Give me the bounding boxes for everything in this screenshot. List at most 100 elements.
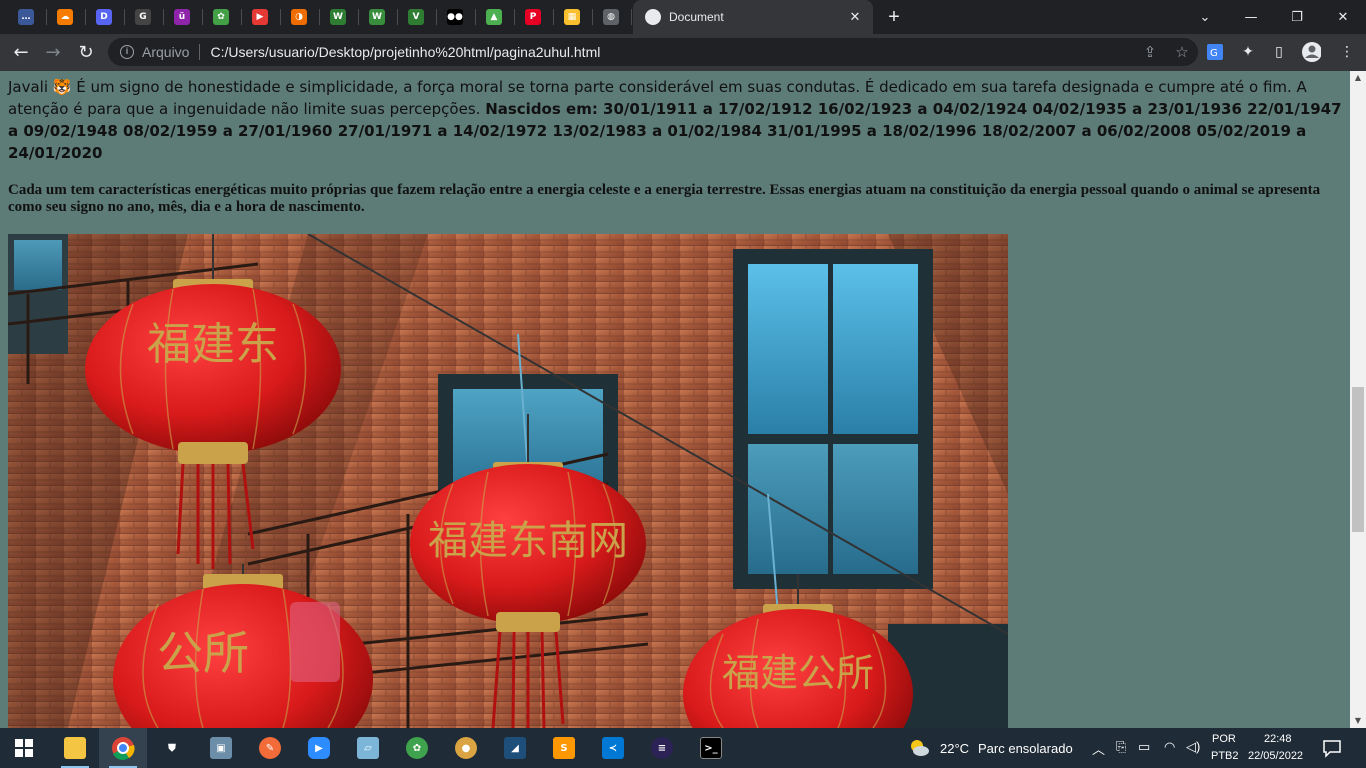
extensions-icon[interactable]: ✦ bbox=[1238, 42, 1258, 62]
new-tab-button[interactable]: + bbox=[882, 5, 906, 29]
page-scrollbar[interactable]: ▲ ▼ bbox=[1350, 71, 1366, 728]
language-top[interactable]: POR bbox=[1212, 733, 1236, 745]
tab-v[interactable]: V bbox=[396, 0, 436, 34]
tab-leaf[interactable]: ✿ bbox=[201, 0, 241, 34]
sign-description: Javali 🐯 É um signo de honestidade e sim… bbox=[8, 76, 1344, 164]
zoom-icon: ▶ bbox=[308, 737, 330, 759]
tab-strip: … ☁ D Gü ✿ ▶ ◑ W W V ●● ▲ P ▦ ◍ Document ✕ + ⌄ — ❐ ✕ bbox=[0, 0, 1366, 34]
weather-temp[interactable]: 22°C bbox=[940, 741, 969, 756]
profile-avatar[interactable] bbox=[1301, 42, 1321, 62]
tab-globe[interactable]: ◍ bbox=[591, 0, 631, 34]
taskbar-paint[interactable]: ● bbox=[442, 728, 490, 768]
svg-text:福建东: 福建东 bbox=[147, 319, 279, 370]
notifications-icon[interactable] bbox=[1322, 738, 1342, 758]
bookmark-star-icon[interactable]: ☆ bbox=[1166, 43, 1198, 61]
notepad-icon: ▱ bbox=[357, 737, 379, 759]
scroll-thumb[interactable] bbox=[1352, 387, 1364, 532]
tab-separator bbox=[631, 9, 632, 25]
taskbar-app-blue[interactable]: ▱ bbox=[344, 728, 392, 768]
chrome-icon bbox=[112, 737, 135, 760]
taskbar-photos[interactable]: ▣ bbox=[197, 728, 245, 768]
tab-pinterest[interactable]: P bbox=[513, 0, 553, 34]
tab-medium[interactable]: ●● bbox=[435, 0, 475, 34]
taskbar-terminal[interactable]: >_ bbox=[687, 728, 735, 768]
tab-colors[interactable]: ▦ bbox=[552, 0, 592, 34]
tab-title: Document bbox=[669, 10, 724, 24]
taskbar-vscode[interactable]: ≺ bbox=[589, 728, 637, 768]
tray-overflow-icon[interactable]: ︿ bbox=[1092, 739, 1105, 758]
tab-github[interactable]: G bbox=[123, 0, 163, 34]
share-icon[interactable]: ⇪ bbox=[1134, 43, 1166, 61]
taskbar-mysql[interactable]: ◢ bbox=[491, 728, 539, 768]
battery-icon[interactable]: ▭ bbox=[1138, 739, 1150, 755]
w1-favicon-icon: W bbox=[330, 9, 346, 25]
taskbar-chrome[interactable] bbox=[99, 728, 147, 768]
medium-favicon-icon: ●● bbox=[447, 9, 463, 25]
database-icon: ◢ bbox=[504, 737, 526, 759]
tab-cloud[interactable]: ☁ bbox=[45, 0, 85, 34]
translate-extension-icon[interactable]: G bbox=[1205, 42, 1225, 62]
photos-icon: ▣ bbox=[210, 737, 232, 759]
address-url[interactable]: C:/Users/usuario/Desktop/projetinho%20ht… bbox=[210, 44, 1134, 60]
window-right bbox=[733, 249, 933, 589]
close-window-button[interactable]: ✕ bbox=[1320, 0, 1366, 34]
tab-orange[interactable]: ◑ bbox=[279, 0, 319, 34]
windows-taskbar: ⛊ ▣ ✎ ▶ ▱ ✿ ● ◢ S ≺ ≡ >_ 22°C Parc ensol… bbox=[0, 728, 1366, 768]
info-icon[interactable]: i bbox=[120, 45, 134, 59]
close-tab-icon[interactable]: ✕ bbox=[847, 9, 863, 25]
lanterns-photo: 福建东 福建东南网 公所 福建公所 bbox=[8, 234, 1008, 728]
globe-icon bbox=[645, 9, 661, 25]
clock-date[interactable]: 22/05/2022 bbox=[1248, 750, 1303, 762]
start-button[interactable] bbox=[0, 728, 48, 768]
clock-time[interactable]: 22:48 bbox=[1264, 733, 1292, 745]
vscode-icon: ≺ bbox=[602, 737, 624, 759]
side-panel-icon[interactable]: ▯ bbox=[1269, 42, 1289, 62]
tab-youtube[interactable]: ▶ bbox=[240, 0, 280, 34]
tab-discord[interactable]: D bbox=[84, 0, 124, 34]
menu-icon[interactable]: ⋮ bbox=[1337, 42, 1357, 62]
weather-desc[interactable]: Parc ensolarado bbox=[978, 741, 1073, 756]
taskbar-zoom[interactable]: ▶ bbox=[295, 728, 343, 768]
youtube-favicon-icon: ▶ bbox=[252, 9, 268, 25]
address-bar[interactable]: i Arquivo C:/Users/usuario/Desktop/proje… bbox=[108, 38, 1198, 66]
leaf-icon: ✿ bbox=[406, 737, 428, 759]
wifi-icon[interactable]: ◠ bbox=[1164, 739, 1175, 755]
palette-icon: ● bbox=[455, 737, 477, 759]
orange-favicon-icon: ◑ bbox=[291, 9, 307, 25]
tab-android[interactable]: ▲ bbox=[474, 0, 514, 34]
forward-button[interactable]: → bbox=[39, 38, 67, 66]
tab-search-icon[interactable]: ⌄ bbox=[1182, 0, 1228, 34]
back-button[interactable]: ← bbox=[7, 38, 35, 66]
taskbar-security[interactable]: ⛊ bbox=[148, 728, 196, 768]
restore-button[interactable]: ❐ bbox=[1274, 0, 1320, 34]
eclipse-icon: ≡ bbox=[651, 737, 673, 759]
tab-generic[interactable]: … bbox=[6, 0, 46, 34]
reload-button[interactable]: ↻ bbox=[72, 38, 100, 66]
taskbar-app-green[interactable]: ✿ bbox=[393, 728, 441, 768]
globe-favicon-icon: ◍ bbox=[603, 9, 619, 25]
volume-icon[interactable]: ◁) bbox=[1186, 739, 1200, 755]
energy-paragraph: Cada um tem características energéticas … bbox=[8, 182, 1321, 215]
tab-w2[interactable]: W bbox=[357, 0, 397, 34]
minimize-button[interactable]: — bbox=[1228, 0, 1274, 34]
android-favicon-icon: ▲ bbox=[486, 9, 502, 25]
taskbar-tool[interactable]: ✎ bbox=[246, 728, 294, 768]
github-favicon-icon: G bbox=[135, 9, 151, 25]
folder-icon bbox=[64, 737, 86, 759]
cloud-favicon-icon: ☁ bbox=[57, 9, 73, 25]
svg-text:福建东南网: 福建东南网 bbox=[428, 518, 628, 564]
shield-icon: ⛊ bbox=[168, 742, 176, 754]
weather-icon[interactable] bbox=[908, 737, 930, 759]
tab-w1[interactable]: W bbox=[318, 0, 358, 34]
u-favicon-icon: ü bbox=[174, 9, 190, 25]
meet-icon[interactable]: ⎘ bbox=[1116, 739, 1126, 755]
taskbar-sublime[interactable]: S bbox=[540, 728, 588, 768]
scroll-down-arrow[interactable]: ▼ bbox=[1350, 714, 1366, 728]
tab-u[interactable]: ü bbox=[162, 0, 202, 34]
taskbar-eclipse[interactable]: ≡ bbox=[638, 728, 686, 768]
language-bottom[interactable]: PTB2 bbox=[1211, 750, 1239, 762]
tab-document[interactable]: Document ✕ bbox=[633, 0, 873, 34]
scroll-up-arrow[interactable]: ▲ bbox=[1350, 71, 1366, 85]
taskbar-file-explorer[interactable] bbox=[51, 728, 99, 768]
windows-icon bbox=[15, 739, 33, 757]
